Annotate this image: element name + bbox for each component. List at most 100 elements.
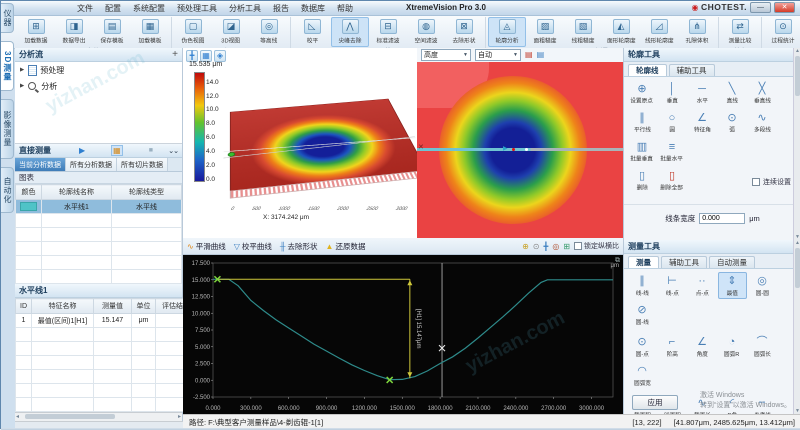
- apply-button[interactable]: 应用: [632, 395, 678, 410]
- contour-tool-5[interactable]: ∥平行线: [628, 109, 657, 136]
- contour-tool-1[interactable]: │垂直: [658, 80, 687, 107]
- contour-tab-0[interactable]: 轮廓线: [628, 64, 667, 76]
- ribbon-button-4-0[interactable]: ⇄测量比较: [721, 17, 759, 47]
- contour-panel-vscrollbar[interactable]: ▲ ▼: [793, 48, 800, 240]
- sidebar-tab-0[interactable]: 仪器: [1, 3, 14, 33]
- ribbon-button-0-2[interactable]: ▤保存模板: [93, 17, 131, 47]
- contour-tool-11[interactable]: ≡批量水平: [658, 138, 687, 165]
- run-icon[interactable]: ▶: [79, 146, 85, 155]
- line-width-input[interactable]: [699, 213, 745, 224]
- aspect-ratio-checkbox[interactable]: 锁定纵横比: [574, 241, 619, 251]
- sidebar-tab-1[interactable]: 3D测量: [1, 41, 14, 91]
- ribbon-button-0-3[interactable]: ▦加载模板: [131, 17, 169, 47]
- scrollbar-thumb[interactable]: [795, 248, 800, 288]
- ribbon-button-3-2[interactable]: ▧线粗糙度: [564, 17, 602, 47]
- measure-tool-9[interactable]: ◔圆弧R: [718, 333, 747, 360]
- measure-tool-10[interactable]: ⌒圆弧长: [748, 333, 777, 360]
- ribbon-button-5-0[interactable]: ⊙过程统计: [764, 17, 800, 47]
- tree-expander-icon[interactable]: ▶: [20, 67, 24, 73]
- smooth-curve-button[interactable]: ∿平滑曲线: [187, 241, 226, 252]
- ribbon-button-2-4[interactable]: ⊠去除形状: [445, 17, 483, 47]
- contour-tool-12[interactable]: ▯删除: [628, 167, 657, 194]
- data-tab-2[interactable]: 所有切片数据: [117, 158, 168, 171]
- restore-data-button[interactable]: ▲还原数据: [326, 241, 366, 252]
- ribbon-button-2-0[interactable]: ◺校平: [293, 17, 331, 47]
- heightmap-2d[interactable]: ✕ ▶: [417, 62, 623, 238]
- ribbon-button-1-0[interactable]: ▢伪色视图: [174, 17, 212, 47]
- ribbon-button-3-0[interactable]: ◬轮廓分析: [488, 17, 526, 47]
- ribbon-button-3-5[interactable]: ⋔孔隙体积: [678, 17, 716, 47]
- contour-tool-0[interactable]: ⊕设置原点: [628, 80, 657, 107]
- pan-icon[interactable]: ╋: [543, 242, 548, 251]
- measure-tool-7[interactable]: ⌐阶高: [658, 333, 687, 360]
- menu-7[interactable]: 帮助: [331, 3, 359, 14]
- fullscreen-icon[interactable]: ⊞: [563, 242, 570, 251]
- stop-icon[interactable]: ■: [149, 147, 153, 154]
- data-tab-1[interactable]: 所有分析数据: [66, 158, 117, 171]
- ribbon-button-2-2[interactable]: ⊟标准滤波: [369, 17, 407, 47]
- ribbon-button-3-1[interactable]: ▨面粗糙度: [526, 17, 564, 47]
- measure-tool-1[interactable]: ⊢线-点: [658, 272, 687, 299]
- menu-1[interactable]: 配置: [99, 3, 127, 14]
- measure-tool-6[interactable]: ⊙圆-点: [628, 333, 657, 360]
- scrollbar-thumb[interactable]: [25, 414, 115, 419]
- measure-tool-4[interactable]: ◎圆-圆: [748, 272, 777, 299]
- menu-0[interactable]: 文件: [71, 3, 99, 14]
- ribbon-button-2-1[interactable]: ⋀尖峰去除: [331, 17, 369, 47]
- measure-tool-2[interactable]: ··点-点: [688, 272, 717, 299]
- menu-3[interactable]: 预处理工具: [171, 3, 223, 14]
- flow-item-0[interactable]: ▶预处理: [15, 62, 182, 78]
- measure-tab-2[interactable]: 自动测量: [709, 256, 755, 268]
- contour-tool-7[interactable]: ∠特征角: [688, 109, 717, 136]
- flow-item-1[interactable]: ▶分析: [15, 78, 182, 94]
- ribbon-button-1-2[interactable]: ◎等高线: [250, 17, 288, 47]
- contour-tab-1[interactable]: 辅助工具: [669, 64, 715, 76]
- ribbon-button-0-1[interactable]: ◨数据导出: [55, 17, 93, 47]
- scrollbar-thumb[interactable]: [795, 56, 800, 96]
- measure-panel-vscrollbar[interactable]: ▲ ▼: [793, 240, 800, 414]
- scale-bars-blue-icon[interactable]: ▤: [537, 50, 545, 60]
- contour-tool-6[interactable]: ○圆: [658, 109, 687, 136]
- left-panel-hscrollbar[interactable]: ◂ ▸: [15, 412, 182, 421]
- grid-view-icon[interactable]: ▦: [111, 145, 123, 156]
- ribbon-button-3-3[interactable]: ◭面形轮廓度: [602, 17, 640, 47]
- close-button[interactable]: ✕: [774, 2, 795, 13]
- menu-2[interactable]: 系统配置: [127, 3, 171, 14]
- sidebar-tab-3[interactable]: 自动化: [1, 167, 14, 213]
- measure-tool-5[interactable]: ⊘圆-线: [628, 301, 657, 328]
- sidebar-tab-2[interactable]: 影像测量: [1, 99, 14, 159]
- scale-bars-red-icon[interactable]: ▤: [525, 50, 533, 60]
- measure-tab-1[interactable]: 辅助工具: [661, 256, 707, 268]
- measure-tab-0[interactable]: 测量: [628, 256, 659, 268]
- table-row[interactable]: 1最值(区间)1[H1]15.147μm: [16, 314, 197, 328]
- menu-5[interactable]: 报告: [267, 3, 295, 14]
- add-flow-icon[interactable]: +: [172, 49, 178, 60]
- height-mode-select[interactable]: 高度▼: [421, 49, 471, 61]
- contour-tool-13[interactable]: ▯删除全部: [658, 167, 687, 194]
- profile-chart[interactable]: 17.50015.00012.50010.0007.5005.0002.5000…: [183, 255, 623, 414]
- contour-tool-9[interactable]: ∿多段线: [748, 109, 777, 136]
- ribbon-button-0-0[interactable]: ⊞加载数据: [17, 17, 55, 47]
- scale-mode-select[interactable]: 自动▼: [475, 49, 521, 61]
- level-curve-button[interactable]: ▽校平曲线: [234, 241, 272, 252]
- chart-corner-icon[interactable]: ⧉: [615, 257, 620, 265]
- measure-tool-3[interactable]: ⇕最值: [718, 272, 747, 299]
- contour-tool-3[interactable]: ╲直线: [718, 80, 747, 107]
- measure-tool-11[interactable]: ◠圆弧宽: [628, 362, 657, 389]
- minimize-button[interactable]: —: [750, 2, 771, 13]
- ribbon-button-2-3[interactable]: ◍空间滤波: [407, 17, 445, 47]
- reset-view-icon[interactable]: ◎: [552, 242, 559, 251]
- table-row[interactable]: 水平线1水平线: [16, 200, 182, 214]
- ribbon-button-3-4[interactable]: ◿线形轮廓度: [640, 17, 678, 47]
- menu-4[interactable]: 分析工具: [223, 3, 267, 14]
- measure-tool-8[interactable]: ∠角度: [688, 333, 717, 360]
- collapse-icon[interactable]: ⌄⌄: [168, 147, 178, 155]
- zoom-in-icon[interactable]: ⊕: [522, 242, 529, 251]
- tree-expander-icon[interactable]: ▶: [20, 83, 24, 89]
- zoom-window-icon[interactable]: ⊙: [533, 242, 540, 251]
- ribbon-button-1-1[interactable]: ◪3D视图: [212, 17, 250, 47]
- cross-section-line[interactable]: [417, 148, 623, 151]
- continuous-setting-checkbox[interactable]: 连续设置: [752, 177, 791, 187]
- measure-tool-0[interactable]: ∥线-线: [628, 272, 657, 299]
- surface-3d-plot[interactable]: [230, 99, 418, 193]
